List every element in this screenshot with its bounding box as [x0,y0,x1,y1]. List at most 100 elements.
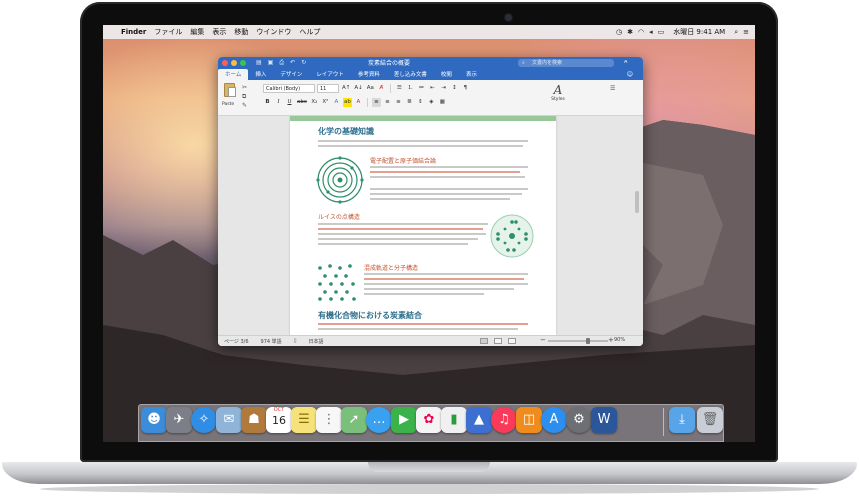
sort-icon[interactable]: ↕ [450,84,459,93]
font-size-select[interactable]: 11 [317,84,339,93]
tab-home[interactable]: ホーム [218,69,249,80]
italic-button[interactable]: I [274,98,283,107]
time-machine-icon[interactable]: ◷ [616,28,622,36]
trash-icon[interactable]: 🗑 [697,407,723,433]
tab-layout[interactable]: レイアウト [309,69,351,80]
subscript-button[interactable]: X₂ [310,98,319,107]
cut-icon[interactable]: ✂ [242,84,247,91]
web-layout-view-button[interactable] [494,338,502,344]
align-left-icon[interactable]: ≡ [371,98,381,107]
wifi-icon[interactable]: ◠ [638,28,644,36]
copy-icon[interactable]: ⧉ [242,93,246,101]
zoom-level[interactable]: 90% [614,337,625,343]
word-count[interactable]: 974 単語 [255,338,288,345]
search-field[interactable]: ⌕ 文書内を検索 [518,59,614,67]
bullets-icon[interactable]: ☰ [395,84,404,93]
clear-formatting-icon[interactable]: A̸ [377,84,386,93]
undo-icon[interactable]: ↶ [290,59,295,67]
numbering-icon[interactable]: ⒈ [406,84,415,93]
ibooks-icon[interactable]: ◫ [516,407,542,433]
system-preferences-icon[interactable]: ⚙ [566,407,592,433]
outline-view-button[interactable] [508,338,516,344]
redo-icon[interactable]: ↻ [301,59,306,67]
page-count[interactable]: ページ 3/6 [218,338,255,345]
multilevel-list-icon[interactable]: ≔ [417,84,426,93]
vertical-scrollbar[interactable] [635,191,639,213]
zoom-button[interactable] [240,60,246,66]
menu-item-window[interactable]: ウインドウ [252,27,295,37]
align-right-icon[interactable]: ≡ [394,98,403,107]
language-status[interactable]: 日本語 [302,338,329,345]
word-icon[interactable]: W [591,407,617,433]
menu-item-finder[interactable]: Finder [117,28,150,36]
underline-button[interactable]: U [285,98,294,107]
numbers-icon[interactable]: ▮ [441,407,467,433]
safari-icon[interactable]: ✧ [191,407,217,433]
photos-icon[interactable]: ✿ [416,407,442,433]
menu-clock[interactable]: 水曜日 9:41 AM [669,27,729,37]
zoom-slider[interactable] [548,338,608,344]
shrink-font-icon[interactable]: A↓ [353,84,363,93]
superscript-button[interactable]: X² [321,98,330,107]
app-store-icon[interactable]: A [541,407,567,433]
highlight-icon[interactable]: ab [342,98,352,107]
decrease-indent-icon[interactable]: ⇤ [428,84,437,93]
menu-item-go[interactable]: 移動 [230,27,252,37]
contacts-icon[interactable]: ☗ [241,407,267,433]
maps-icon[interactable]: ➚ [341,407,367,433]
document-page[interactable]: 化学の基礎知識 電子配置と原子価結合論 ルイスの点構造 混成軌道と分子構造 有機… [290,116,556,335]
zoom-slider-knob[interactable] [586,338,590,344]
tab-mailings[interactable]: 差し込み文書 [387,69,434,80]
styles-button[interactable]: A Styles [548,83,568,111]
bluetooth-icon[interactable]: ✱ [627,28,633,36]
close-button[interactable] [222,60,228,66]
minimize-button[interactable] [231,60,237,66]
launchpad-icon[interactable]: ✈ [166,407,192,433]
facetime-icon[interactable]: ▶ [391,407,417,433]
messages-icon[interactable]: … [366,407,392,433]
line-spacing-icon[interactable]: ⇕ [416,98,425,107]
document-canvas[interactable]: 化学の基礎知識 電子配置と原子価結合論 ルイスの点構造 混成軌道と分子構造 有機… [218,116,643,335]
tab-references[interactable]: 参考資料 [351,69,387,80]
menu-item-file[interactable]: ファイル [150,27,186,37]
print-layout-view-button[interactable] [480,338,488,344]
strikethrough-button[interactable]: abc [296,98,308,107]
finder-icon[interactable]: ☻ [141,407,167,433]
tab-review[interactable]: 校閲 [434,69,459,80]
change-case-icon[interactable]: Aa [366,84,375,93]
notes-icon[interactable]: ☰ [291,407,317,433]
pilcrow-icon[interactable]: ¶ [461,84,470,93]
text-effects-icon[interactable]: A [332,98,341,107]
feedback-smile-icon[interactable]: ☺ [627,71,633,80]
shading-icon[interactable]: ◈ [427,98,436,107]
battery-icon[interactable]: ▭ [658,28,665,36]
font-name-select[interactable]: Calibri (Body) [263,84,315,93]
spotlight-icon[interactable]: ⌕ [734,28,738,37]
tab-insert[interactable]: 挿入 [248,69,273,80]
grow-font-icon[interactable]: A↑ [341,84,351,93]
align-center-icon[interactable]: ≡ [383,98,392,107]
zoom-in-icon[interactable]: + [608,336,614,344]
format-painter-icon[interactable]: ✎ [242,102,247,109]
share-user-icon[interactable]: ⍲ [624,58,628,66]
tab-design[interactable]: デザイン [273,69,309,80]
paste-button[interactable]: Paste [222,83,238,109]
font-color-icon[interactable]: A [354,98,363,107]
volume-icon[interactable]: ◂ [649,28,653,36]
borders-icon[interactable]: ▦ [438,98,447,107]
styles-pane-icon[interactable]: ☰ [610,85,615,92]
reminders-icon[interactable]: ⋮ [316,407,342,433]
zoom-out-icon[interactable]: − [540,336,546,344]
menu-item-view[interactable]: 表示 [208,27,230,37]
bold-button[interactable]: B [263,98,272,107]
increase-indent-icon[interactable]: ⇥ [439,84,448,93]
justify-icon[interactable]: ≣ [405,98,414,107]
print-icon[interactable]: ⎙ [279,59,284,67]
notification-center-icon[interactable]: ≡ [743,28,749,36]
proofing-icon[interactable]: ▯ [288,338,303,344]
mail-icon[interactable]: ✉ [216,407,242,433]
save-icon[interactable]: ▣ [268,59,274,67]
sidebar-icon[interactable]: ▤ [256,59,262,67]
calendar-icon[interactable]: OCT 16 [266,407,292,433]
menu-item-help[interactable]: ヘルプ [295,27,324,37]
